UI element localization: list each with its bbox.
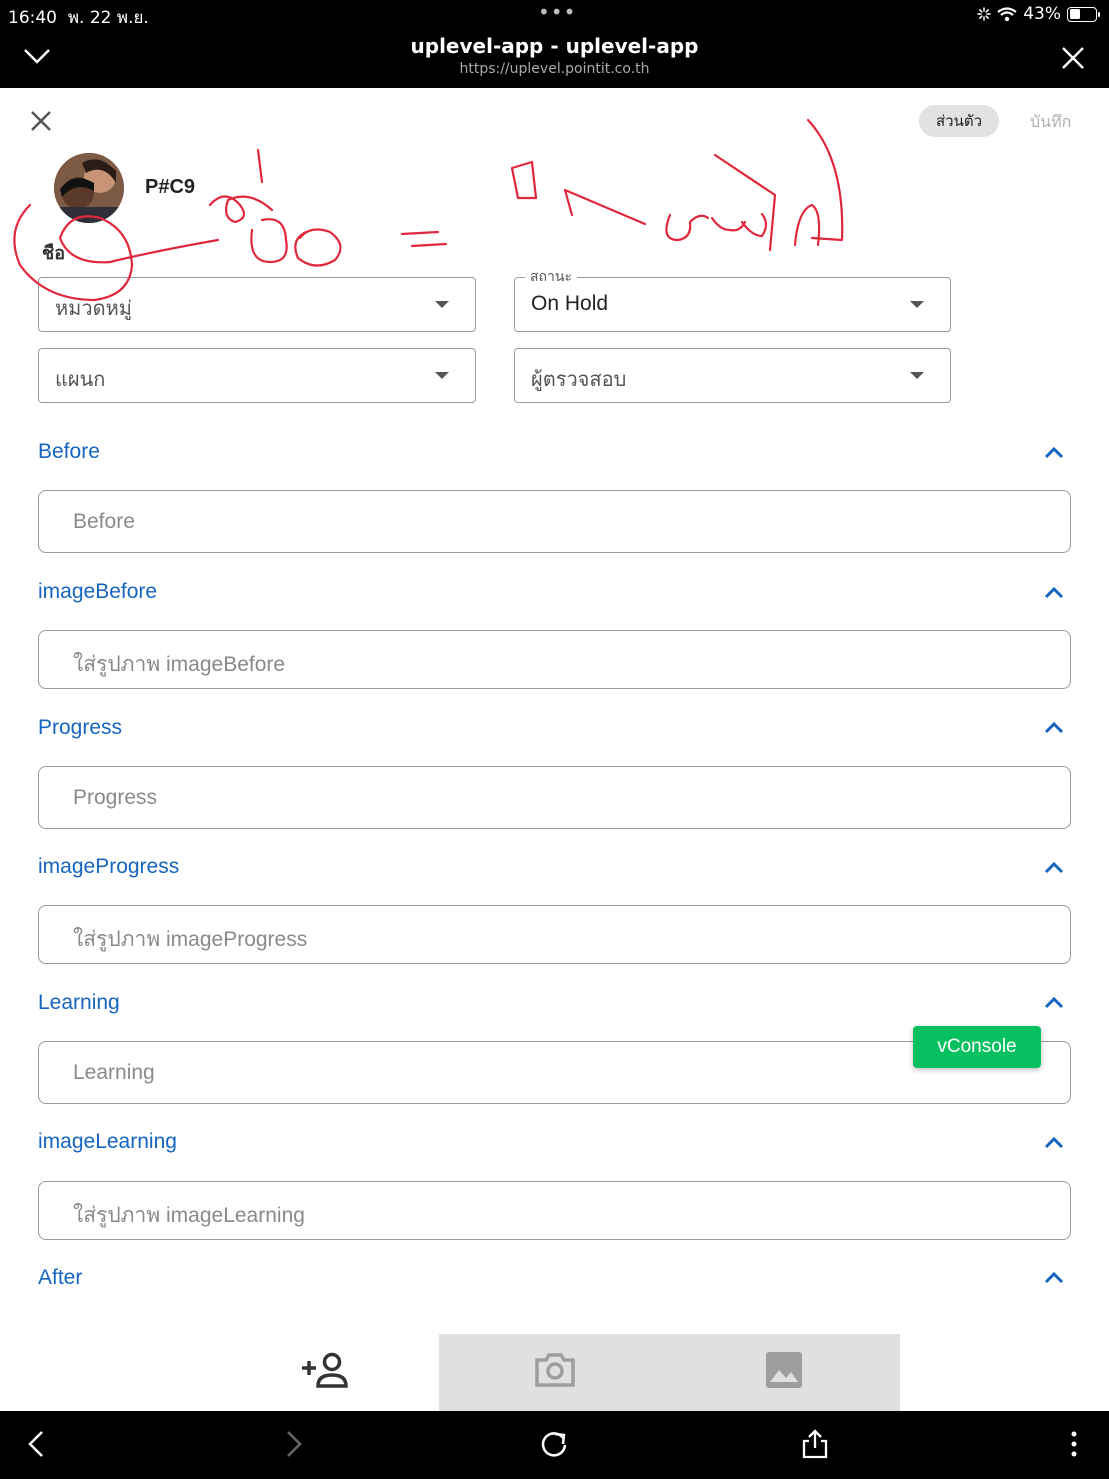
- chevron-up-icon[interactable]: [1044, 720, 1064, 734]
- progress-input[interactable]: Progress: [38, 766, 1071, 829]
- section-title-after[interactable]: After: [38, 1266, 82, 1290]
- privacy-chip[interactable]: ส่วนตัว: [919, 105, 999, 137]
- loading-icon: [977, 7, 991, 21]
- section-title-before[interactable]: Before: [38, 440, 100, 464]
- image-before-input[interactable]: ใส่รูปภาพ imageBefore: [38, 630, 1071, 689]
- chevron-up-icon[interactable]: [1044, 585, 1064, 599]
- section-title-image-before[interactable]: imageBefore: [38, 580, 157, 604]
- close-icon[interactable]: [1061, 46, 1085, 70]
- status-value: On Hold: [531, 292, 609, 315]
- dropdown-arrow-icon: [910, 301, 924, 308]
- back-icon[interactable]: [26, 1429, 46, 1459]
- image-learning-placeholder: ใส่รูปภาพ imageLearning: [73, 1204, 305, 1227]
- chevron-up-icon[interactable]: [1044, 1135, 1064, 1149]
- category-value: หมวดหมู่: [55, 296, 132, 320]
- battery-icon: [1067, 6, 1100, 22]
- status-time: 16:40 พ. 22 พ.ย.: [8, 8, 149, 28]
- toolbar-disabled-area: [439, 1334, 900, 1411]
- before-input[interactable]: Before: [38, 490, 1071, 553]
- section-title-learning[interactable]: Learning: [38, 991, 120, 1015]
- forward-icon[interactable]: [284, 1429, 304, 1459]
- reviewer-value: ผู้ตรวจสอบ: [531, 367, 627, 391]
- before-placeholder: Before: [73, 510, 135, 533]
- dropdown-arrow-icon: [435, 301, 449, 308]
- save-button[interactable]: บันทึก: [1030, 110, 1071, 135]
- reload-icon[interactable]: [539, 1429, 569, 1459]
- share-icon[interactable]: [801, 1429, 829, 1459]
- dropdown-arrow-icon: [910, 372, 924, 379]
- page-url: https://uplevel.pointit.co.th: [459, 61, 650, 77]
- vconsole-button[interactable]: vConsole: [913, 1026, 1041, 1068]
- browser-nav-bar: [0, 1411, 1109, 1479]
- image-before-placeholder: ใส่รูปภาพ imageBefore: [73, 653, 286, 676]
- status-indicators: 43%: [977, 4, 1100, 24]
- chevron-up-icon[interactable]: [1044, 860, 1064, 874]
- status-date: พ. 22 พ.ย.: [67, 8, 149, 28]
- wifi-icon: [997, 6, 1017, 21]
- more-icon[interactable]: [1068, 1429, 1080, 1459]
- image-progress-placeholder: ใส่รูปภาพ imageProgress: [73, 928, 308, 951]
- camera-icon[interactable]: [533, 1350, 577, 1390]
- chevron-up-icon[interactable]: [1044, 445, 1064, 459]
- department-value: แผนก: [55, 367, 106, 391]
- chevron-up-icon[interactable]: [1044, 1270, 1064, 1284]
- learning-placeholder: Learning: [73, 1061, 155, 1084]
- multitask-dots[interactable]: •••: [538, 0, 576, 24]
- page-title: uplevel-app - uplevel-app: [410, 34, 699, 58]
- close-form-icon[interactable]: [28, 108, 54, 134]
- image-progress-input[interactable]: ใส่รูปภาพ imageProgress: [38, 905, 1071, 964]
- progress-placeholder: Progress: [73, 786, 158, 809]
- dropdown-arrow-icon: [435, 372, 449, 379]
- avatar: [54, 153, 124, 223]
- name-label: ชือ: [42, 243, 66, 264]
- user-name: P#C9: [145, 176, 196, 198]
- bottom-toolbar: [0, 1334, 1109, 1411]
- department-select[interactable]: แผนก: [38, 348, 476, 403]
- image-learning-input[interactable]: ใส่รูปภาพ imageLearning: [38, 1181, 1071, 1240]
- category-select[interactable]: หมวดหมู่: [38, 277, 476, 332]
- reviewer-select[interactable]: ผู้ตรวจสอบ: [514, 348, 951, 403]
- add-person-icon[interactable]: [300, 1350, 350, 1390]
- section-title-progress[interactable]: Progress: [38, 716, 122, 740]
- status-legend: สถานะ: [525, 266, 577, 288]
- section-title-image-learning[interactable]: imageLearning: [38, 1130, 177, 1154]
- handwritten-annotation: [13, 118, 844, 302]
- status-select[interactable]: สถานะ On Hold: [514, 266, 951, 332]
- chevron-up-icon[interactable]: [1044, 995, 1064, 1009]
- image-icon[interactable]: [764, 1350, 804, 1390]
- browser-header: 16:40 พ. 22 พ.ย. ••• 43% uplevel-app - u…: [0, 0, 1109, 88]
- section-title-image-progress[interactable]: imageProgress: [38, 855, 179, 879]
- battery-percent: 43%: [1023, 4, 1061, 24]
